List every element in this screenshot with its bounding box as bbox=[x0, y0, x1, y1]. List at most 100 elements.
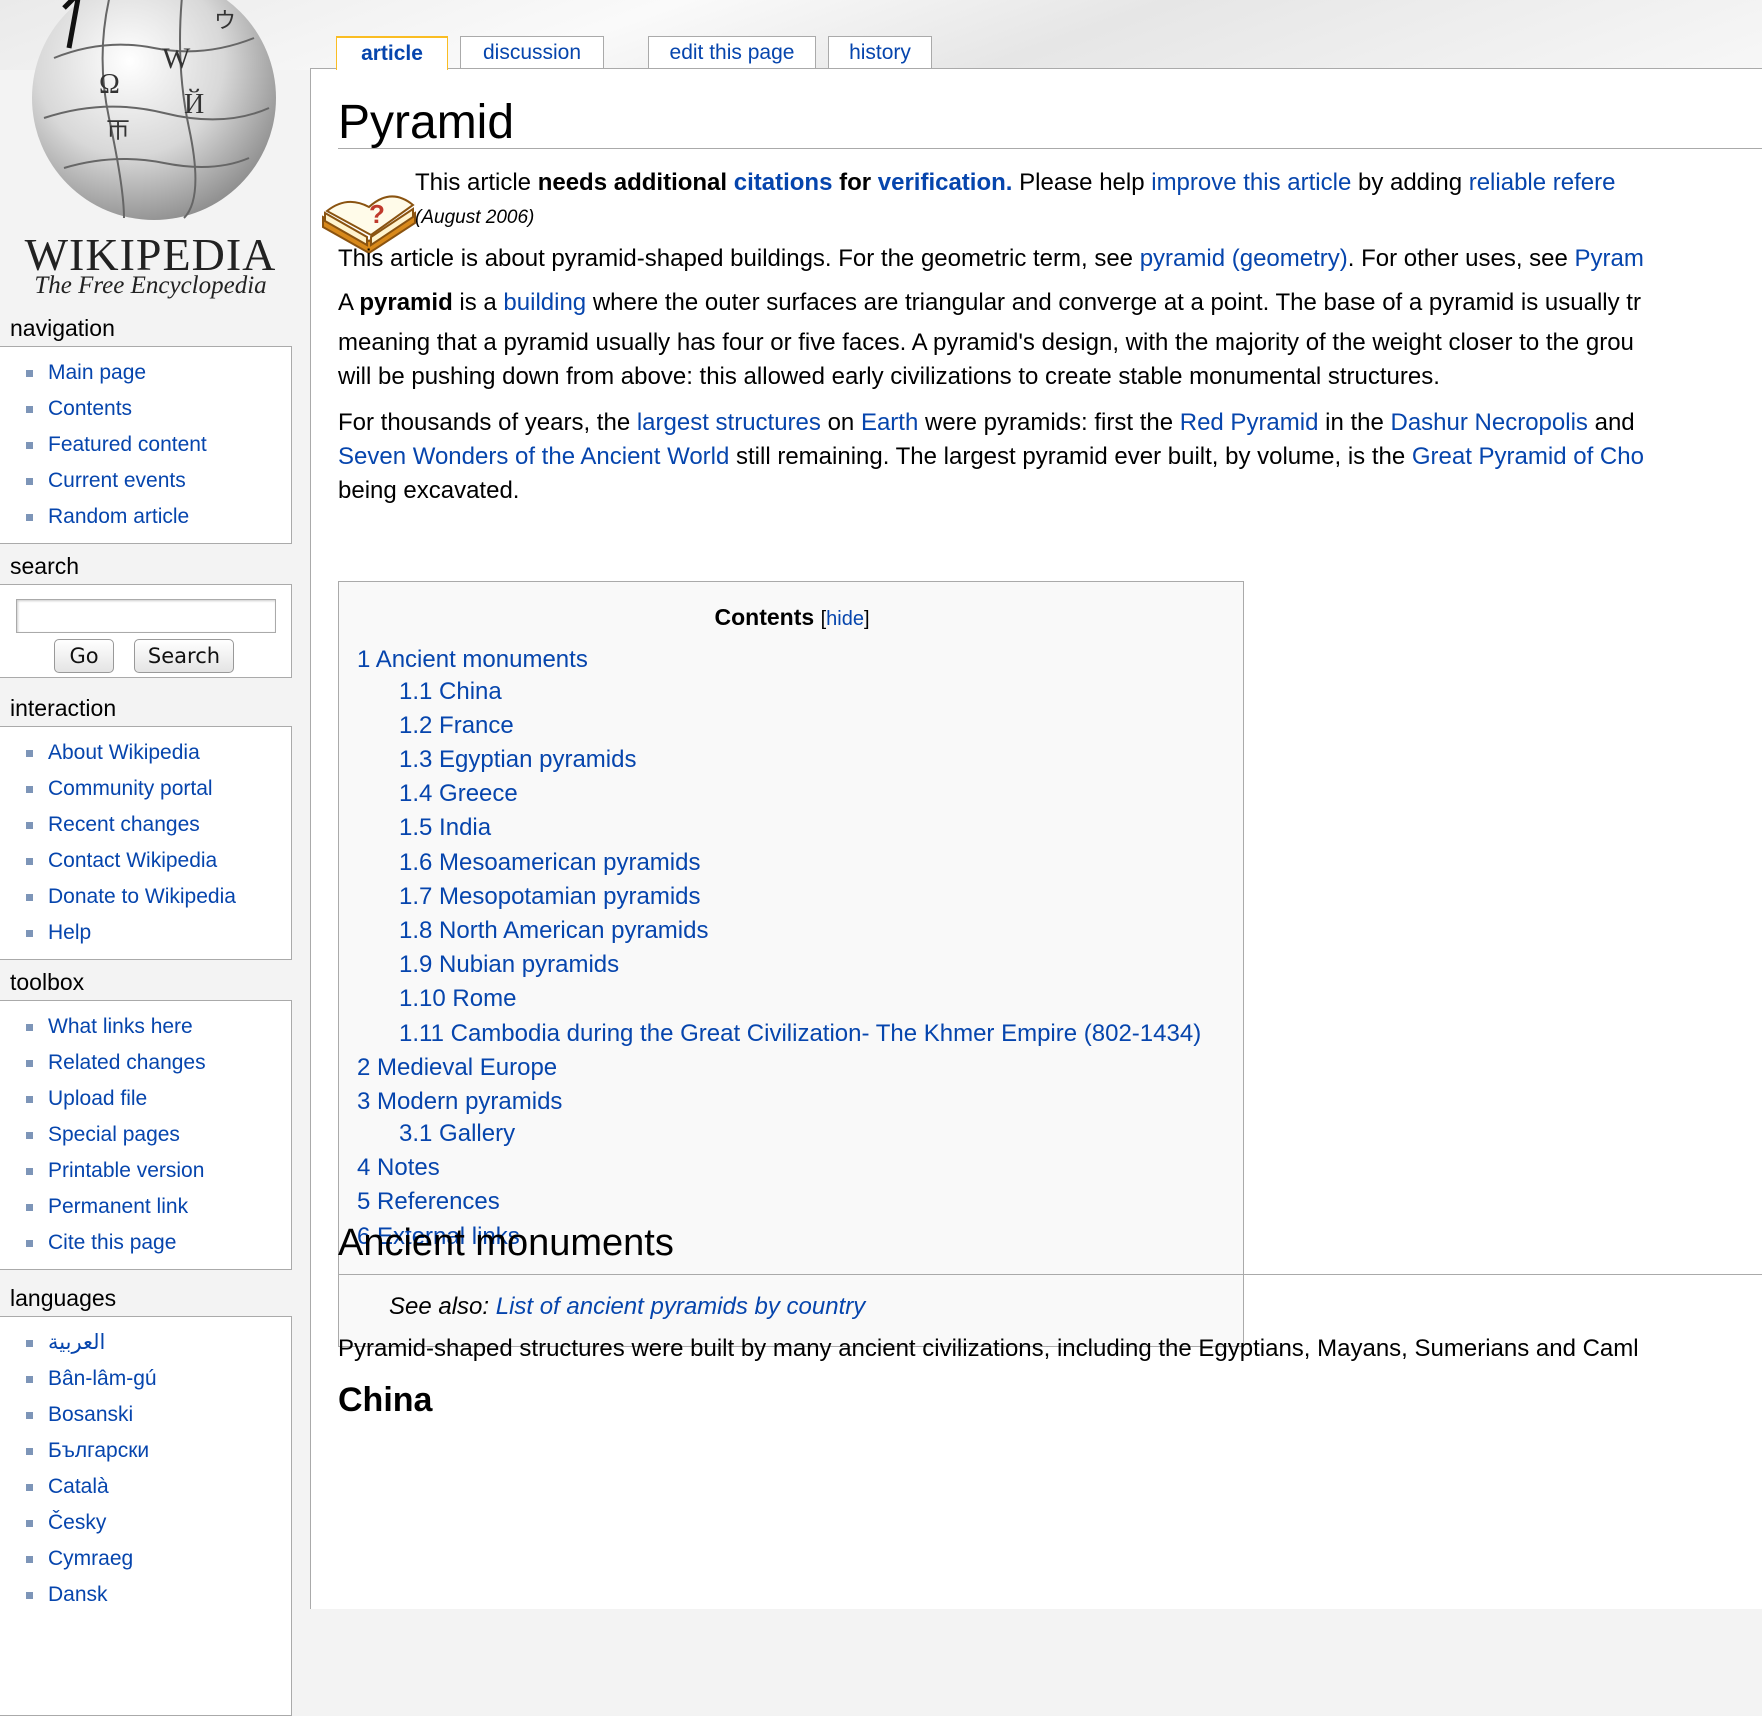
sidebar-item-related-changes[interactable]: Related changes bbox=[24, 1045, 291, 1081]
sidebar-item-featured-content[interactable]: Featured content bbox=[24, 427, 291, 463]
bullet-icon bbox=[26, 1556, 33, 1563]
go-button[interactable]: Go bbox=[54, 639, 114, 673]
see-also-note: See also: List of ancient pyramids by co… bbox=[389, 1293, 866, 1320]
toc-item-number: 1.5 bbox=[399, 814, 433, 841]
wikipedia-logo[interactable]: W Ω Й ㄭ ウ WIKIPEDIA The Free Encyclopedi… bbox=[8, 0, 288, 305]
toc-item[interactable]: 1.7 Mesopotamian pyramids bbox=[399, 883, 701, 911]
toc-item[interactable]: 1.3 Egyptian pyramids bbox=[399, 746, 636, 774]
sidebar-item-donate[interactable]: Donate to Wikipedia bbox=[24, 879, 291, 915]
toc-item[interactable]: 1 Ancient monuments bbox=[357, 646, 588, 674]
toc-item[interactable]: 1.8 North American pyramids bbox=[399, 917, 708, 945]
building-link[interactable]: building bbox=[503, 289, 586, 316]
toc-item-number: 2 bbox=[357, 1054, 371, 1081]
toc-item-number: 1 bbox=[357, 646, 371, 673]
toc-item-label: Nubian pyramids bbox=[439, 951, 620, 978]
sidebar-item-random-article[interactable]: Random article bbox=[24, 499, 291, 535]
sidebar-item-lang-ca[interactable]: Català bbox=[24, 1469, 291, 1505]
sidebar-item-current-events[interactable]: Current events bbox=[24, 463, 291, 499]
bullet-icon bbox=[26, 478, 33, 485]
sidebar-item-contact-wikipedia[interactable]: Contact Wikipedia bbox=[24, 843, 291, 879]
red-pyramid-link[interactable]: Red Pyramid bbox=[1180, 409, 1319, 436]
toc-item-number: 3.1 bbox=[399, 1120, 433, 1147]
sidebar-item-lang-da[interactable]: Dansk bbox=[24, 1577, 291, 1613]
bullet-icon bbox=[26, 822, 33, 829]
toc-item[interactable]: 1.2 France bbox=[399, 712, 514, 740]
toc-item-label: Medieval Europe bbox=[377, 1054, 558, 1081]
logo-tagline: The Free Encyclopedia bbox=[34, 272, 267, 299]
bullet-icon bbox=[26, 406, 33, 413]
history-paragraph-line: Seven Wonders of the Ancient World still… bbox=[338, 443, 1644, 470]
great-pyramid-link[interactable]: Great Pyramid of Cho bbox=[1412, 443, 1644, 470]
toc-item[interactable]: 1.6 Mesoamerican pyramids bbox=[399, 849, 700, 877]
toc-item[interactable]: 1.11 Cambodia during the Great Civilizat… bbox=[399, 1020, 1201, 1048]
tab-discussion[interactable]: discussion bbox=[460, 36, 604, 68]
list-of-ancient-pyramids-link[interactable]: List of ancient pyramids by country bbox=[496, 1293, 866, 1320]
page-title: Pyramid bbox=[338, 96, 515, 149]
dashur-necropolis-link[interactable]: Dashur Necropolis bbox=[1391, 409, 1588, 436]
citations-link[interactable]: citations bbox=[734, 169, 833, 196]
toc-item-label: Egyptian pyramids bbox=[439, 746, 637, 773]
sidebar-item-contents[interactable]: Contents bbox=[24, 391, 291, 427]
sidebar-item-about-wikipedia[interactable]: About Wikipedia bbox=[24, 735, 291, 771]
toc-item-number: 1.8 bbox=[399, 917, 433, 944]
portlet-title-search: search bbox=[10, 553, 80, 579]
search-button[interactable]: Search bbox=[134, 639, 234, 673]
toc-item-label: China bbox=[439, 678, 502, 705]
sidebar-item-lang-bg[interactable]: Български bbox=[24, 1433, 291, 1469]
search-input[interactable] bbox=[16, 599, 276, 633]
toc-item-number: 5 bbox=[357, 1188, 371, 1215]
title-divider bbox=[338, 148, 1762, 149]
toc-item-label: North American pyramids bbox=[439, 917, 709, 944]
toc-item[interactable]: 1.5 India bbox=[399, 814, 491, 842]
toc-item[interactable]: 2 Medieval Europe bbox=[357, 1054, 557, 1082]
svg-text:?: ? bbox=[369, 199, 385, 229]
seven-wonders-link[interactable]: Seven Wonders of the Ancient World bbox=[338, 443, 729, 470]
intro-paragraph-line: will be pushing down from above: this al… bbox=[338, 363, 1440, 390]
tab-edit-this-page[interactable]: edit this page bbox=[648, 36, 816, 68]
toc-item[interactable]: 4 Notes bbox=[357, 1154, 440, 1182]
largest-structures-link[interactable]: largest structures bbox=[637, 409, 821, 436]
verification-link[interactable]: verification. bbox=[878, 169, 1013, 196]
pyramid-geometry-link[interactable]: pyramid (geometry) bbox=[1140, 245, 1348, 272]
sidebar-item-lang-ar[interactable]: العربية bbox=[24, 1325, 291, 1361]
toc-item-number: 1.10 bbox=[399, 985, 446, 1012]
sidebar-item-help[interactable]: Help bbox=[24, 915, 291, 951]
toc-item-number: 1.2 bbox=[399, 712, 433, 739]
sidebar-item-printable-version[interactable]: Printable version bbox=[24, 1153, 291, 1189]
sidebar-item-main-page[interactable]: Main page bbox=[24, 355, 291, 391]
bullet-icon bbox=[26, 1520, 33, 1527]
toc-item[interactable]: 1.4 Greece bbox=[399, 780, 518, 808]
improve-article-link[interactable]: improve this article bbox=[1151, 169, 1351, 196]
sidebar-item-permanent-link[interactable]: Permanent link bbox=[24, 1189, 291, 1225]
toc-item-label: Mesopotamian pyramids bbox=[439, 883, 701, 910]
earth-link[interactable]: Earth bbox=[861, 409, 918, 436]
toc-item[interactable]: 1.10 Rome bbox=[399, 985, 516, 1013]
sidebar-item-upload-file[interactable]: Upload file bbox=[24, 1081, 291, 1117]
sidebar-item-lang-nan[interactable]: Bân-lâm-gú bbox=[24, 1361, 291, 1397]
reliable-references-link[interactable]: reliable refere bbox=[1469, 169, 1616, 196]
toc-item[interactable]: 3.1 Gallery bbox=[399, 1120, 515, 1148]
toc-item[interactable]: 1.1 China bbox=[399, 678, 502, 706]
tab-article[interactable]: article bbox=[336, 36, 448, 70]
navigation-list: Main page Contents Featured content Curr… bbox=[0, 355, 291, 535]
sidebar-item-community-portal[interactable]: Community portal bbox=[24, 771, 291, 807]
sidebar-item-lang-bs[interactable]: Bosanski bbox=[24, 1397, 291, 1433]
sidebar-item-special-pages[interactable]: Special pages bbox=[24, 1117, 291, 1153]
portlet-languages: languages العربية Bân-lâm-gú Bosanski Бъ… bbox=[0, 1284, 294, 1716]
sidebar-item-recent-changes[interactable]: Recent changes bbox=[24, 807, 291, 843]
toc-item[interactable]: 3 Modern pyramids bbox=[357, 1088, 562, 1116]
history-paragraph-line: For thousands of years, the largest stru… bbox=[338, 409, 1635, 436]
toc-item[interactable]: 5 References bbox=[357, 1188, 500, 1216]
sidebar-item-what-links-here[interactable]: What links here bbox=[24, 1009, 291, 1045]
tab-history[interactable]: history bbox=[828, 36, 932, 68]
portlet-title-interaction: interaction bbox=[10, 695, 117, 721]
pyramid-disambiguation-link[interactable]: Pyram bbox=[1575, 245, 1644, 272]
section-paragraph: Pyramid-shaped structures were built by … bbox=[338, 1335, 1639, 1362]
sidebar-item-lang-cy[interactable]: Cymraeg bbox=[24, 1541, 291, 1577]
sidebar-item-lang-cs[interactable]: Česky bbox=[24, 1505, 291, 1541]
toc-item[interactable]: 1.9 Nubian pyramids bbox=[399, 951, 619, 979]
sidebar-item-cite-this-page[interactable]: Cite this page bbox=[24, 1225, 291, 1261]
toc-hide-link[interactable]: hide bbox=[826, 608, 864, 630]
languages-list: العربية Bân-lâm-gú Bosanski Български Ca… bbox=[0, 1325, 291, 1613]
bullet-icon bbox=[26, 750, 33, 757]
